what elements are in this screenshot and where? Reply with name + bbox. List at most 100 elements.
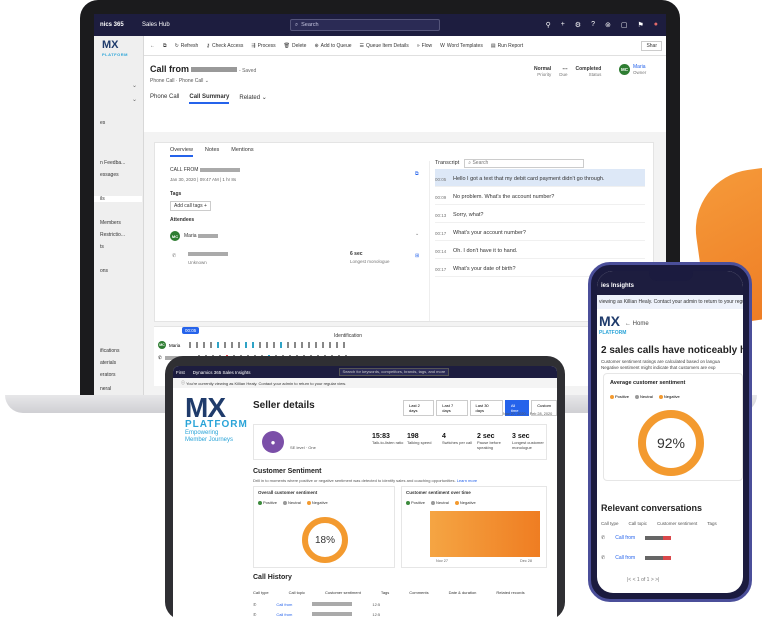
stat-label: Talk-to-listen ratio <box>372 440 404 445</box>
call-topic-link[interactable]: Call from <box>276 612 292 617</box>
filter-2days[interactable]: Last 2 days <box>403 400 435 416</box>
call-topic-link[interactable]: Call from <box>276 602 292 607</box>
table-row[interactable]: ✆ Call from <box>601 555 672 561</box>
refresh-button[interactable]: ↻ Refresh <box>175 43 199 49</box>
record-tabs: Phone Call Call Summary Related ⌄ <box>150 94 267 104</box>
timeline-playhead[interactable]: 00:05 <box>182 327 200 334</box>
prev-page-icon[interactable]: < 1 <box>633 577 641 583</box>
tab-call-summary[interactable]: Call Summary <box>189 94 230 104</box>
tab-related[interactable]: Related ⌄ <box>239 94 266 104</box>
nav-item[interactable]: neral <box>100 386 111 392</box>
due-field: --- Due <box>559 66 567 77</box>
tab-notes[interactable]: Notes <box>205 147 219 157</box>
sitemap-nav: MX PLATFORM ⌄ ⌄ es n Feedba... essages il… <box>94 36 144 395</box>
help-icon[interactable]: ? <box>591 21 595 29</box>
status-field: Completed Status <box>576 66 602 77</box>
panel-title: Customer sentiment over time <box>406 490 471 495</box>
transcript-line[interactable]: 00:09 No problem. What's the account numb… <box>435 187 645 205</box>
chevron-down-icon[interactable]: ⌄ <box>415 231 419 237</box>
logo-platform: PLATFORM <box>185 419 248 430</box>
table-row[interactable]: ✆ Call from 12:5 <box>253 602 547 607</box>
learn-more-link[interactable]: Learn more <box>457 478 477 483</box>
home-link[interactable]: ← Home <box>625 321 649 327</box>
add-tags-button[interactable]: Add call tags + <box>170 201 211 211</box>
monologue-label: Longest monologue <box>350 259 390 264</box>
nav-item[interactable]: ons <box>100 268 108 274</box>
profile-icon[interactable]: ● <box>654 21 658 29</box>
filter-30days[interactable]: Last 30 days <box>469 400 503 416</box>
nav-item-selected[interactable]: ils <box>94 196 142 202</box>
transcript-line[interactable]: 00:14 Oh. I don't have it to hand. <box>435 241 645 259</box>
assistant-icon[interactable]: ⊚ <box>605 21 611 29</box>
nav-item[interactable]: n Feedba... <box>100 160 125 166</box>
check-access-button[interactable]: ⚷ Check Access <box>206 43 243 49</box>
nav-item[interactable]: erators <box>100 372 116 378</box>
key-icon: ⚷ <box>206 42 210 49</box>
share-button[interactable]: Shar <box>641 40 662 51</box>
call-date: Jan 30, 2020 | 09:47 AM | 1 hr 8s <box>170 177 237 182</box>
nav-item[interactable]: essages <box>100 172 119 178</box>
chat-icon[interactable]: ▢ <box>621 21 628 29</box>
timestamp: 00:14 <box>435 249 447 254</box>
tab-phone-call[interactable]: Phone Call <box>150 94 179 104</box>
form-selector[interactable]: Phone Call <box>179 78 203 84</box>
transcript-search[interactable]: ⌕ Search <box>464 158 585 168</box>
flag-icon[interactable]: ⚑ <box>637 21 643 29</box>
tablet-topbar: First Dynamics 365 Sales Insights Search… <box>173 366 557 378</box>
add-to-queue-button[interactable]: ⊕ Add to Queue <box>314 43 351 49</box>
queue-item-details-button[interactable]: ☰ Queue Item Details <box>360 43 409 49</box>
process-button[interactable]: ⇶ Process <box>251 43 275 49</box>
call-topic-link[interactable]: Call from <box>615 535 635 541</box>
transcript-line[interactable]: 00:17 What's your account number? <box>435 223 645 241</box>
chevron-down-icon[interactable]: ⌄ <box>132 96 137 103</box>
copy-icon[interactable]: ⧉ <box>415 171 419 177</box>
back-icon[interactable]: ← <box>150 43 155 49</box>
nav-item[interactable]: ifications <box>100 348 119 354</box>
monologue-value: 6 sec <box>350 251 363 257</box>
hub-name[interactable]: Sales Hub <box>142 22 212 28</box>
nav-item[interactable]: aterials <box>100 360 116 366</box>
next-page-icon[interactable]: > >| <box>649 577 660 583</box>
gear-icon[interactable]: ⚙ <box>575 21 581 29</box>
legend-label: Negative <box>459 500 476 505</box>
stat-label: Pause before speaking <box>477 440 501 450</box>
chevron-down-icon[interactable]: ⌄ <box>132 82 137 89</box>
delete-button[interactable]: 🗑 Delete <box>284 43 307 49</box>
table-row[interactable]: ✆ Call from <box>601 535 672 541</box>
tab-overview[interactable]: Overview <box>170 147 193 157</box>
card-title: Average customer sentiment <box>610 380 686 386</box>
nav-item[interactable]: Members <box>100 220 121 226</box>
redacted-text <box>199 167 240 172</box>
plus-icon[interactable]: + <box>561 21 565 29</box>
insight-headline: 2 sales calls have noticeably high <box>601 345 743 356</box>
transcript-line[interactable]: 00:05 Hello I got a text that my debit ca… <box>435 169 645 187</box>
column-header: Customer sentiment <box>657 521 698 526</box>
legend-label: Positive <box>411 500 426 505</box>
word-templates-label: Word Templates <box>446 42 483 49</box>
transcript-line[interactable]: 00:13 Sorry, what? <box>435 205 645 223</box>
global-search[interactable]: ⌕ Search <box>290 19 440 31</box>
tablet-search[interactable]: Search for keywords, competitors, brands… <box>338 368 449 376</box>
stat-value: 198 <box>407 433 419 440</box>
plus-icon: + <box>204 203 207 209</box>
filter-7days[interactable]: Last 7 days <box>436 400 468 416</box>
nav-item[interactable]: ts <box>100 244 104 250</box>
donut-percent: 18% <box>314 534 335 546</box>
nav-item[interactable]: es <box>100 120 105 126</box>
popout-icon[interactable]: ⧉ <box>163 43 167 49</box>
insights-icon[interactable]: ⊞ <box>415 253 419 259</box>
redacted-text <box>191 67 238 73</box>
column-header: Tags <box>380 590 390 595</box>
run-report-button[interactable]: ▤ Run Report <box>491 43 523 49</box>
column-header: Customer sentiment <box>325 590 361 595</box>
nav-item[interactable]: Restrictio... <box>100 232 125 238</box>
lightbulb-icon[interactable]: ⚲ <box>546 21 551 29</box>
table-row[interactable]: ✆ Call from 12:5 <box>253 612 547 617</box>
tab-mentions[interactable]: Mentions <box>231 147 253 157</box>
sentiment-description: Drill in to moments where positive or ne… <box>253 478 456 483</box>
owner-field[interactable]: MC Maria Owner <box>619 64 646 75</box>
word-templates-button[interactable]: W Word Templates <box>440 43 483 49</box>
flow-button[interactable]: » Flow <box>417 43 432 49</box>
call-topic-link[interactable]: Call from <box>615 555 635 561</box>
tags-label: Tags <box>170 191 182 197</box>
